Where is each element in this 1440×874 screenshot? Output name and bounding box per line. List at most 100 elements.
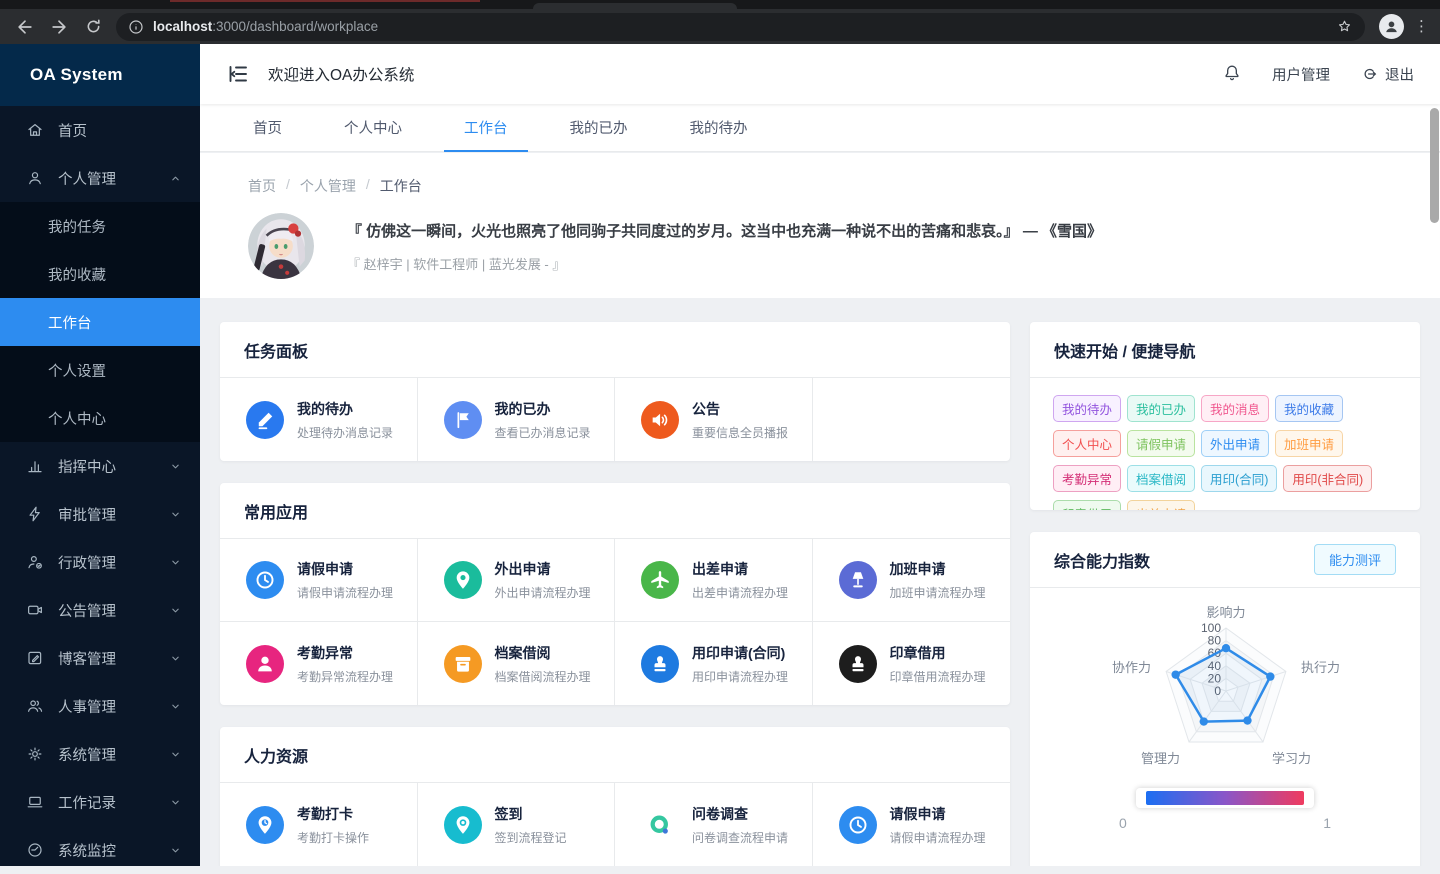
back-icon[interactable] bbox=[12, 14, 38, 40]
app-shortcut[interactable]: 问卷调查 问卷调查流程申请 bbox=[615, 783, 813, 866]
tab-2[interactable]: 工作台 bbox=[438, 104, 534, 152]
breadcrumb-item[interactable]: 首页 bbox=[248, 176, 276, 196]
sidebar-subitem[interactable]: 我的任务 bbox=[0, 202, 200, 250]
svg-text:执行力: 执行力 bbox=[1301, 660, 1340, 675]
task-panel-grid: 我的待办 处理待办消息记录 我的已办 查看已办消息记录 公告 重要信息全员播报 bbox=[220, 378, 1010, 461]
menu-fold-icon[interactable] bbox=[226, 62, 250, 86]
browser-profile-avatar[interactable] bbox=[1379, 14, 1404, 39]
app-shortcut[interactable]: 考勤打卡 考勤打卡操作 bbox=[220, 783, 418, 866]
quick-nav-tag[interactable]: 我的消息 bbox=[1201, 395, 1270, 422]
sidebar-item[interactable]: 博客管理 bbox=[0, 634, 200, 682]
logout-button[interactable]: 退出 bbox=[1360, 64, 1414, 85]
sidebar-item[interactable]: 工作记录 bbox=[0, 778, 200, 826]
browser-menu-icon[interactable]: ⋮ bbox=[1414, 19, 1429, 34]
app-shortcut[interactable]: 签到 签到流程登记 bbox=[418, 783, 615, 866]
app-shortcut[interactable]: 出差申请 出差申请流程办理 bbox=[615, 539, 813, 622]
ability-test-button[interactable]: 能力测评 bbox=[1313, 544, 1396, 575]
svg-text:学习力: 学习力 bbox=[1272, 751, 1311, 766]
url-bar[interactable]: localhost:3000/dashboard/workplace bbox=[116, 12, 1365, 41]
visualmap-track[interactable] bbox=[1136, 788, 1314, 808]
forward-icon[interactable] bbox=[46, 14, 72, 40]
quick-nav-tag[interactable]: 个人中心 bbox=[1053, 430, 1122, 457]
app-shortcut[interactable]: 外出申请 外出申请流程办理 bbox=[417, 539, 615, 622]
breadcrumb-separator: / bbox=[286, 176, 290, 192]
quick-nav-tag[interactable]: 外出申请 bbox=[1201, 430, 1270, 457]
visualmap-min: 0 bbox=[1119, 815, 1127, 831]
sidebar-item[interactable]: 系统管理 bbox=[0, 730, 200, 778]
quick-nav-tag[interactable]: 印章借用 bbox=[1053, 500, 1122, 510]
task-panel-title: 任务面板 bbox=[220, 322, 1010, 378]
quick-nav-tag[interactable]: 我的待办 bbox=[1053, 395, 1122, 422]
quick-nav-tag[interactable]: 请假申请 bbox=[1127, 430, 1196, 457]
url-path: :3000/dashboard/workplace bbox=[212, 19, 379, 34]
app-shortcut[interactable]: 公告 重要信息全员播报 bbox=[615, 378, 813, 461]
tab-3[interactable]: 我的已办 bbox=[544, 104, 654, 151]
app-shortcut[interactable]: 加班申请 加班申请流程办理 bbox=[812, 539, 1010, 622]
sidebar-subitem[interactable]: 个人中心 bbox=[0, 394, 200, 442]
sidebar-item-label: 审批管理 bbox=[58, 507, 116, 524]
app-shortcut[interactable]: 印章借用 印章借用流程办理 bbox=[813, 622, 1011, 705]
app-shortcut[interactable]: 请假申请 请假申请流程办理 bbox=[220, 539, 418, 622]
app-title: 我的待办 bbox=[297, 400, 353, 417]
chart-icon bbox=[26, 457, 44, 475]
chevron-down-icon bbox=[169, 796, 182, 809]
app-title: 公告 bbox=[692, 400, 720, 417]
app-shortcut[interactable]: 用印申请(合同) 用印申请流程办理 bbox=[615, 622, 813, 705]
sidebar-subitem[interactable]: 我的收藏 bbox=[0, 250, 200, 298]
quick-nav-tag[interactable]: 用印(非合同) bbox=[1283, 465, 1373, 492]
app-title: 出差申请 bbox=[692, 561, 748, 577]
sidebar-item[interactable]: 人事管理 bbox=[0, 682, 200, 730]
task-panel-card: 任务面板 我的待办 处理待办消息记录 我的已办 查看已办消息记录 公告 重要信息全员播报 bbox=[220, 322, 1010, 461]
app-title: 签到 bbox=[494, 805, 523, 822]
daily-quote: 『 仿佛这一瞬间，火光也照亮了他同驹子共同度过的岁月。这当中也充满一种说不出的苦… bbox=[347, 223, 1103, 240]
quick-nav-tag[interactable]: 档案借阅 bbox=[1127, 465, 1196, 492]
tab-0[interactable]: 首页 bbox=[227, 104, 308, 151]
app-desc: 考勤打卡操作 bbox=[297, 830, 370, 845]
sidebar-item[interactable]: 审批管理 bbox=[0, 490, 200, 538]
hr-title: 人力资源 bbox=[220, 727, 1010, 783]
tab-4[interactable]: 我的待办 bbox=[664, 104, 774, 151]
bell-icon[interactable] bbox=[1222, 63, 1242, 85]
app-shortcut[interactable]: 档案借阅 档案借阅流程办理 bbox=[418, 622, 615, 705]
sidebar-item[interactable]: 指挥中心 bbox=[0, 442, 200, 490]
sidebar-item[interactable]: 首页 bbox=[0, 106, 200, 154]
app-shortcut[interactable]: 我的待办处理待办消息记录 bbox=[220, 378, 418, 461]
app-shortcut[interactable]: 请假申请 请假申请流程办理 bbox=[813, 783, 1011, 866]
tab-loading-strip bbox=[170, 0, 480, 2]
quick-nav-tag[interactable]: 出差申请 bbox=[1127, 500, 1196, 510]
page-scrollbar[interactable] bbox=[1430, 108, 1439, 223]
sidebar-item[interactable]: 系统监控 bbox=[0, 826, 200, 874]
tab-1[interactable]: 个人中心 bbox=[318, 104, 428, 151]
app-shortcut[interactable]: 我的已办 查看已办消息记录 bbox=[418, 378, 615, 461]
ability-title: 综合能力指数 bbox=[1054, 553, 1151, 571]
app-shortcut[interactable]: 考勤异常 考勤异常流程办理 bbox=[220, 622, 418, 705]
quick-nav-tag[interactable]: 加班申请 bbox=[1275, 430, 1344, 457]
monitor-icon bbox=[26, 841, 44, 859]
app-desc: 查看已办消息记录 bbox=[494, 425, 591, 440]
user-avatar[interactable] bbox=[248, 213, 314, 279]
info-icon[interactable] bbox=[128, 19, 144, 35]
sidebar-item-label: 系统管理 bbox=[58, 747, 116, 764]
breadcrumb-item[interactable]: 个人管理 bbox=[300, 176, 356, 196]
quick-nav-tag[interactable]: 我的收藏 bbox=[1275, 395, 1344, 422]
visualmap-legend: 0 1 bbox=[1030, 788, 1420, 831]
quick-nav-tag[interactable]: 我的已办 bbox=[1127, 395, 1196, 422]
sidebar-item[interactable]: 公告管理 bbox=[0, 586, 200, 634]
browser-chrome: localhost:3000/dashboard/workplace ⋮ bbox=[0, 0, 1440, 44]
quick-nav-tag[interactable]: 用印(合同) bbox=[1201, 465, 1278, 492]
sidebar-subitem[interactable]: 个人设置 bbox=[0, 346, 200, 394]
app-desc: 处理待办消息记录 bbox=[297, 425, 394, 440]
refresh-icon[interactable] bbox=[80, 14, 106, 40]
app-desc: 用印申请流程办理 bbox=[692, 669, 789, 684]
laptop-icon bbox=[26, 793, 44, 811]
empty-cell bbox=[813, 378, 1011, 461]
sidebar-item[interactable]: 行政管理 bbox=[0, 538, 200, 586]
sidebar-subitem[interactable]: 工作台 bbox=[0, 298, 200, 346]
quick-nav-tag[interactable]: 考勤异常 bbox=[1053, 465, 1122, 492]
bookmark-star-icon[interactable] bbox=[1336, 18, 1353, 35]
sidebar-item[interactable]: 个人管理 bbox=[0, 154, 200, 202]
sidebar-item-label: 人事管理 bbox=[58, 699, 116, 716]
active-browser-tab[interactable] bbox=[533, 3, 737, 9]
lightning-icon bbox=[26, 505, 44, 523]
user-management-link[interactable]: 用户管理 bbox=[1272, 64, 1330, 85]
